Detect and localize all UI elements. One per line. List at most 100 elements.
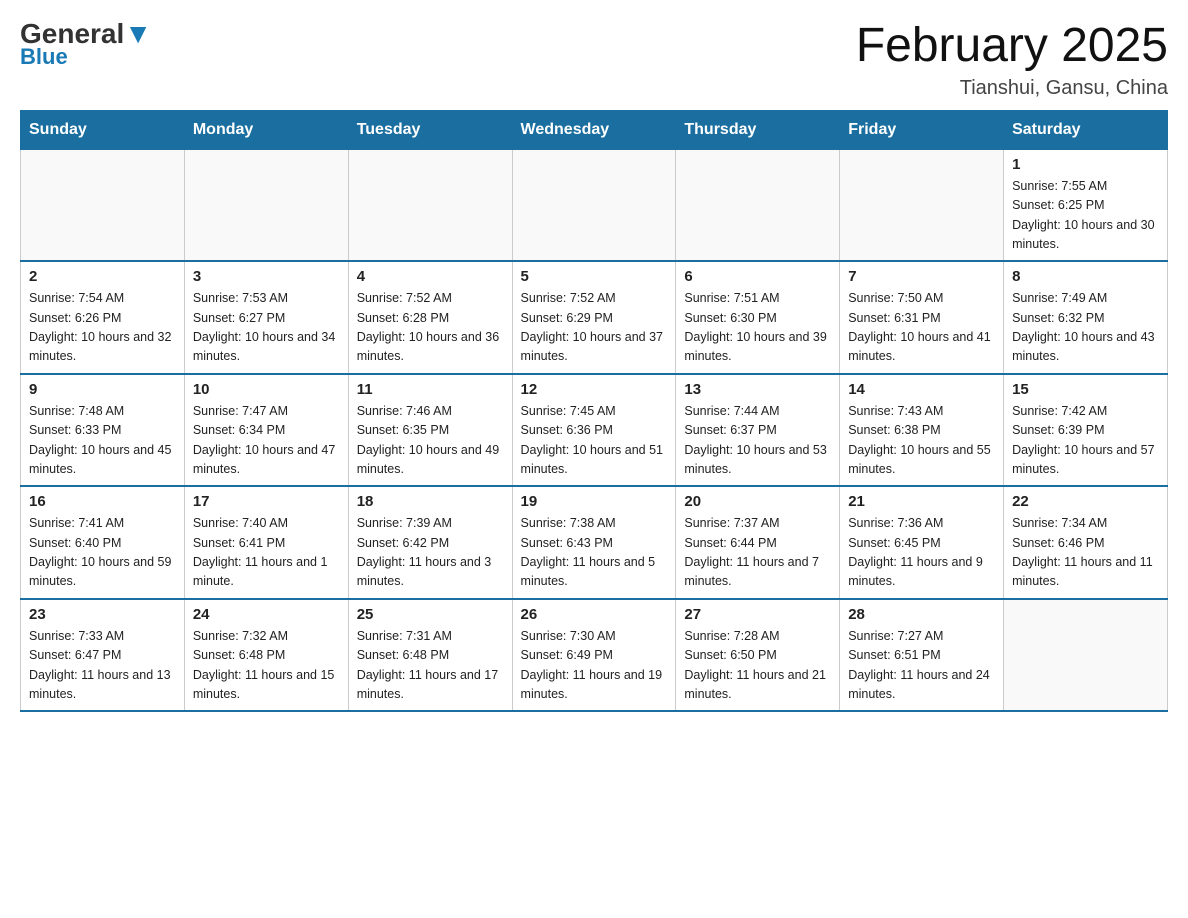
- table-row: 7 Sunrise: 7:50 AM Sunset: 6:31 PM Daylig…: [840, 261, 1004, 374]
- table-row: 24 Sunrise: 7:32 AM Sunset: 6:48 PM Dayli…: [184, 599, 348, 712]
- day-number: 4: [357, 268, 504, 285]
- col-monday: Monday: [184, 110, 348, 149]
- calendar-week-row: 23 Sunrise: 7:33 AM Sunset: 6:47 PM Dayli…: [21, 599, 1168, 712]
- day-number: 23: [29, 606, 176, 623]
- month-year-title: February 2025: [856, 20, 1168, 73]
- day-number: 24: [193, 606, 340, 623]
- day-info: Sunrise: 7:48 AM Sunset: 6:33 PM Dayligh…: [29, 402, 176, 480]
- day-info: Sunrise: 7:32 AM Sunset: 6:48 PM Dayligh…: [193, 627, 340, 705]
- day-info: Sunrise: 7:52 AM Sunset: 6:29 PM Dayligh…: [521, 289, 668, 367]
- table-row: 12 Sunrise: 7:45 AM Sunset: 6:36 PM Dayli…: [512, 374, 676, 487]
- day-info: Sunrise: 7:43 AM Sunset: 6:38 PM Dayligh…: [848, 402, 995, 480]
- col-saturday: Saturday: [1004, 110, 1168, 149]
- day-number: 19: [521, 493, 668, 510]
- table-row: 18 Sunrise: 7:39 AM Sunset: 6:42 PM Dayli…: [348, 486, 512, 599]
- day-info: Sunrise: 7:46 AM Sunset: 6:35 PM Dayligh…: [357, 402, 504, 480]
- day-number: 12: [521, 381, 668, 398]
- table-row: [1004, 599, 1168, 712]
- table-row: 19 Sunrise: 7:38 AM Sunset: 6:43 PM Dayli…: [512, 486, 676, 599]
- day-number: 14: [848, 381, 995, 398]
- day-number: 3: [193, 268, 340, 285]
- logo: General▼ Blue: [20, 20, 152, 70]
- day-info: Sunrise: 7:47 AM Sunset: 6:34 PM Dayligh…: [193, 402, 340, 480]
- day-number: 25: [357, 606, 504, 623]
- day-number: 8: [1012, 268, 1159, 285]
- day-info: Sunrise: 7:42 AM Sunset: 6:39 PM Dayligh…: [1012, 402, 1159, 480]
- table-row: 11Sunrise: 7:46 AM Sunset: 6:35 PM Dayli…: [348, 374, 512, 487]
- day-number: 10: [193, 381, 340, 398]
- day-number: 7: [848, 268, 995, 285]
- table-row: 2 Sunrise: 7:54 AM Sunset: 6:26 PM Daylig…: [21, 261, 185, 374]
- day-info: Sunrise: 7:50 AM Sunset: 6:31 PM Dayligh…: [848, 289, 995, 367]
- day-number: 9: [29, 381, 176, 398]
- table-row: 8 Sunrise: 7:49 AM Sunset: 6:32 PM Daylig…: [1004, 261, 1168, 374]
- table-row: 28 Sunrise: 7:27 AM Sunset: 6:51 PM Dayli…: [840, 599, 1004, 712]
- day-info: Sunrise: 7:55 AM Sunset: 6:25 PM Dayligh…: [1012, 177, 1159, 255]
- table-row: 27 Sunrise: 7:28 AM Sunset: 6:50 PM Dayli…: [676, 599, 840, 712]
- day-info: Sunrise: 7:39 AM Sunset: 6:42 PM Dayligh…: [357, 514, 504, 592]
- table-row: 16 Sunrise: 7:41 AM Sunset: 6:40 PM Dayli…: [21, 486, 185, 599]
- calendar-week-row: 1 Sunrise: 7:55 AM Sunset: 6:25 PM Daylig…: [21, 149, 1168, 261]
- calendar-table: Sunday Monday Tuesday Wednesday Thursday…: [20, 110, 1168, 713]
- calendar-week-row: 16 Sunrise: 7:41 AM Sunset: 6:40 PM Dayli…: [21, 486, 1168, 599]
- day-number: 6: [684, 268, 831, 285]
- day-number: 28: [848, 606, 995, 623]
- day-number: 21: [848, 493, 995, 510]
- day-info: Sunrise: 7:36 AM Sunset: 6:45 PM Dayligh…: [848, 514, 995, 592]
- day-info: Sunrise: 7:33 AM Sunset: 6:47 PM Dayligh…: [29, 627, 176, 705]
- table-row: 4 Sunrise: 7:52 AM Sunset: 6:28 PM Daylig…: [348, 261, 512, 374]
- day-info: Sunrise: 7:38 AM Sunset: 6:43 PM Dayligh…: [521, 514, 668, 592]
- day-number: 20: [684, 493, 831, 510]
- day-info: Sunrise: 7:30 AM Sunset: 6:49 PM Dayligh…: [521, 627, 668, 705]
- day-info: Sunrise: 7:34 AM Sunset: 6:46 PM Dayligh…: [1012, 514, 1159, 592]
- table-row: 13Sunrise: 7:44 AM Sunset: 6:37 PM Dayli…: [676, 374, 840, 487]
- logo-blue-text: Blue: [20, 44, 68, 70]
- day-info: Sunrise: 7:51 AM Sunset: 6:30 PM Dayligh…: [684, 289, 831, 367]
- table-row: 21 Sunrise: 7:36 AM Sunset: 6:45 PM Dayli…: [840, 486, 1004, 599]
- table-row: [348, 149, 512, 261]
- table-row: 22 Sunrise: 7:34 AM Sunset: 6:46 PM Dayli…: [1004, 486, 1168, 599]
- table-row: 17Sunrise: 7:40 AM Sunset: 6:41 PM Dayli…: [184, 486, 348, 599]
- col-wednesday: Wednesday: [512, 110, 676, 149]
- day-info: Sunrise: 7:28 AM Sunset: 6:50 PM Dayligh…: [684, 627, 831, 705]
- day-number: 22: [1012, 493, 1159, 510]
- calendar-week-row: 9 Sunrise: 7:48 AM Sunset: 6:33 PM Daylig…: [21, 374, 1168, 487]
- table-row: 14 Sunrise: 7:43 AM Sunset: 6:38 PM Dayli…: [840, 374, 1004, 487]
- day-number: 17: [193, 493, 340, 510]
- day-info: Sunrise: 7:31 AM Sunset: 6:48 PM Dayligh…: [357, 627, 504, 705]
- day-number: 2: [29, 268, 176, 285]
- table-row: 26 Sunrise: 7:30 AM Sunset: 6:49 PM Dayli…: [512, 599, 676, 712]
- table-row: [676, 149, 840, 261]
- table-row: 3Sunrise: 7:53 AM Sunset: 6:27 PM Daylig…: [184, 261, 348, 374]
- day-number: 5: [521, 268, 668, 285]
- day-number: 26: [521, 606, 668, 623]
- day-info: Sunrise: 7:54 AM Sunset: 6:26 PM Dayligh…: [29, 289, 176, 367]
- table-row: [840, 149, 1004, 261]
- day-number: 16: [29, 493, 176, 510]
- table-row: 5 Sunrise: 7:52 AM Sunset: 6:29 PM Daylig…: [512, 261, 676, 374]
- table-row: 6 Sunrise: 7:51 AM Sunset: 6:30 PM Daylig…: [676, 261, 840, 374]
- table-row: 25 Sunrise: 7:31 AM Sunset: 6:48 PM Dayli…: [348, 599, 512, 712]
- table-row: 23 Sunrise: 7:33 AM Sunset: 6:47 PM Dayli…: [21, 599, 185, 712]
- table-row: 10 Sunrise: 7:47 AM Sunset: 6:34 PM Dayli…: [184, 374, 348, 487]
- title-block: February 2025 Tianshui, Gansu, China: [856, 20, 1168, 100]
- day-number: 1: [1012, 156, 1159, 173]
- day-info: Sunrise: 7:37 AM Sunset: 6:44 PM Dayligh…: [684, 514, 831, 592]
- table-row: 9 Sunrise: 7:48 AM Sunset: 6:33 PM Daylig…: [21, 374, 185, 487]
- day-info: Sunrise: 7:49 AM Sunset: 6:32 PM Dayligh…: [1012, 289, 1159, 367]
- day-number: 15: [1012, 381, 1159, 398]
- col-sunday: Sunday: [21, 110, 185, 149]
- day-number: 18: [357, 493, 504, 510]
- table-row: 15 Sunrise: 7:42 AM Sunset: 6:39 PM Dayli…: [1004, 374, 1168, 487]
- table-row: 20 Sunrise: 7:37 AM Sunset: 6:44 PM Dayli…: [676, 486, 840, 599]
- day-number: 27: [684, 606, 831, 623]
- day-info: Sunrise: 7:45 AM Sunset: 6:36 PM Dayligh…: [521, 402, 668, 480]
- col-tuesday: Tuesday: [348, 110, 512, 149]
- calendar-week-row: 2 Sunrise: 7:54 AM Sunset: 6:26 PM Daylig…: [21, 261, 1168, 374]
- location-subtitle: Tianshui, Gansu, China: [856, 77, 1168, 100]
- day-info: Sunrise: 7:44 AM Sunset: 6:37 PM Dayligh…: [684, 402, 831, 480]
- day-info: Sunrise: 7:27 AM Sunset: 6:51 PM Dayligh…: [848, 627, 995, 705]
- day-info: Sunrise: 7:41 AM Sunset: 6:40 PM Dayligh…: [29, 514, 176, 592]
- col-thursday: Thursday: [676, 110, 840, 149]
- day-info: Sunrise: 7:52 AM Sunset: 6:28 PM Dayligh…: [357, 289, 504, 367]
